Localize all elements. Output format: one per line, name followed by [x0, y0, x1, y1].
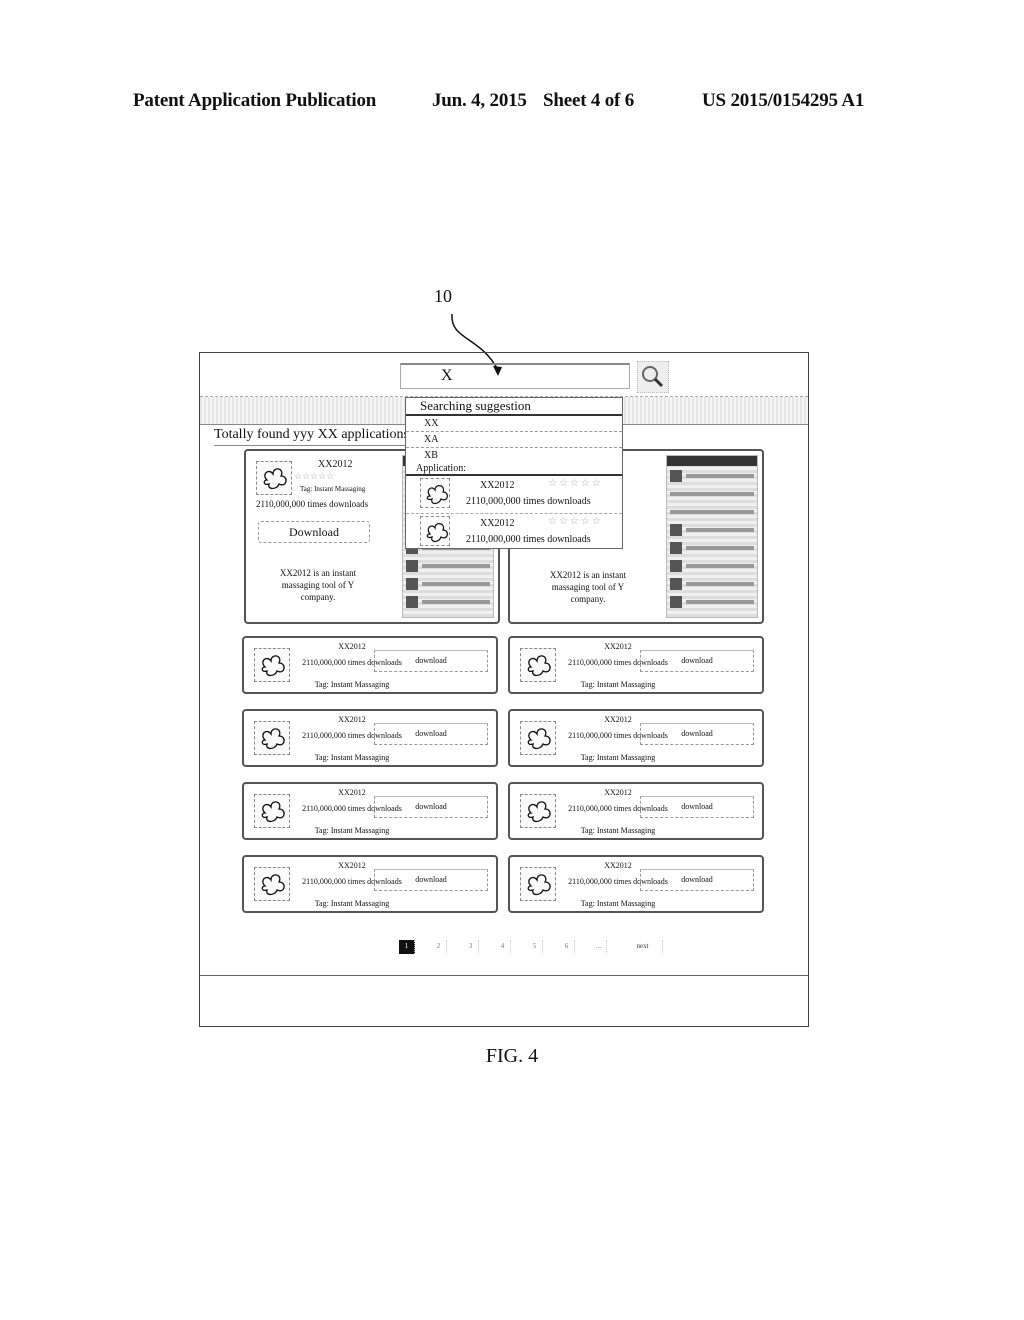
figure-caption: FIG. 4	[485, 1045, 539, 1067]
app-tag: Tag: Instant Massaging	[580, 899, 656, 908]
publication-date: Jun. 4, 2015	[432, 90, 527, 111]
suggestion-title: Searching suggestion	[406, 398, 622, 416]
suggested-app[interactable]: XX2012 ☆☆☆☆☆ 2110,000,000 times download…	[406, 514, 622, 552]
app-icon	[520, 648, 556, 682]
page-1[interactable]: 1	[399, 940, 415, 954]
suggestion-item[interactable]: XX	[406, 416, 622, 432]
app-icon	[520, 721, 556, 755]
app-name: XX2012	[480, 480, 515, 491]
app-tag: Tag: Instant Massaging	[314, 753, 390, 762]
rating-stars: ☆☆☆☆☆	[548, 516, 603, 527]
pagination: 1 2 3 4 5 6 ... next	[399, 940, 663, 954]
browser-window: X Totally found yyy XX applications XX20…	[199, 352, 809, 1027]
app-icon	[254, 867, 290, 901]
publication-label: Patent Application Publication	[133, 90, 377, 111]
results-summary: Totally found yyy XX applications	[214, 427, 414, 446]
download-button[interactable]: download	[640, 869, 754, 891]
app-tag: Tag: Instant Massaging	[314, 680, 390, 689]
search-bar-area: X	[200, 353, 808, 397]
flower-icon	[527, 655, 551, 677]
application-label: Application:	[406, 463, 622, 476]
flower-icon	[426, 485, 448, 505]
app-card[interactable]: XX2012 2110,000,000 times downloads Tag: I…	[242, 855, 498, 913]
download-button[interactable]: Download	[258, 521, 370, 543]
download-button[interactable]: download	[374, 796, 488, 818]
app-card[interactable]: XX2012 2110,000,000 times downloads Tag: I…	[242, 709, 498, 767]
app-tag: Tag: Instant Massaging	[314, 826, 390, 835]
app-screenshot	[666, 455, 758, 618]
app-description: XX2012 is an instant massaging tool of Y…	[279, 568, 357, 602]
sheet-number: Sheet 4 of 6	[543, 90, 635, 111]
page-2[interactable]: 2	[431, 940, 447, 954]
app-card[interactable]: XX2012 2110,000,000 times downloads Tag: I…	[508, 855, 764, 913]
download-button[interactable]: download	[640, 796, 754, 818]
flower-icon	[261, 655, 285, 677]
app-card[interactable]: XX2012 2110,000,000 times downloads Tag: I…	[508, 709, 764, 767]
app-name: XX2012	[480, 518, 515, 529]
download-count: 2110,000,000 times downloads	[466, 496, 591, 507]
download-count: 2110,000,000 times downloads	[256, 499, 369, 509]
app-description: XX2012 is an instant massaging tool of Y…	[549, 570, 627, 604]
app-card[interactable]: XX2012 2110,000,000 times downloads Tag: I…	[508, 636, 764, 694]
rating-stars: ☆☆☆☆☆	[548, 478, 603, 489]
app-card[interactable]: XX2012 2110,000,000 times downloads Tag: I…	[242, 636, 498, 694]
flower-icon	[263, 468, 287, 490]
app-icon	[254, 648, 290, 682]
page-ellipsis: ...	[591, 940, 607, 954]
rating-stars: ☆☆☆☆☆	[294, 471, 335, 481]
app-tag: Tag: Instant Massaging	[580, 753, 656, 762]
download-button[interactable]: download	[640, 650, 754, 672]
reference-numeral: 10	[434, 286, 452, 306]
search-suggestion-dropdown: Searching suggestion XX XA XB Applicatio…	[405, 397, 623, 549]
patent-number: US 2015/0154295 A1	[702, 90, 865, 111]
search-input[interactable]: X	[400, 363, 630, 389]
download-button[interactable]: download	[374, 650, 488, 672]
next-page-button[interactable]: next	[623, 940, 663, 954]
app-icon	[420, 478, 450, 508]
flower-icon	[261, 728, 285, 750]
flower-icon	[527, 874, 551, 896]
app-card[interactable]: XX2012 2110,000,000 times downloads Tag: I…	[242, 782, 498, 840]
flower-icon	[527, 728, 551, 750]
app-tag: Tag: Instant Massaging	[580, 826, 656, 835]
download-count: 2110,000,000 times downloads	[466, 534, 591, 545]
app-tag: Tag: Instant Massaging	[300, 485, 366, 493]
app-icon	[520, 867, 556, 901]
page-4[interactable]: 4	[495, 940, 511, 954]
app-icon	[420, 516, 450, 546]
flower-icon	[426, 523, 448, 543]
download-button[interactable]: download	[374, 869, 488, 891]
app-icon	[256, 461, 292, 495]
download-button[interactable]: download	[640, 723, 754, 745]
app-icon	[520, 794, 556, 828]
suggestion-item[interactable]: XA	[406, 432, 622, 448]
search-button[interactable]	[637, 361, 669, 393]
app-icon	[254, 794, 290, 828]
app-tag: Tag: Instant Massaging	[580, 680, 656, 689]
app-icon	[254, 721, 290, 755]
app-name: XX2012	[318, 459, 353, 470]
app-card[interactable]: XX2012 2110,000,000 times downloads Tag: I…	[508, 782, 764, 840]
magnifier-icon	[642, 366, 664, 388]
flower-icon	[261, 874, 285, 896]
suggested-app[interactable]: XX2012 ☆☆☆☆☆ 2110,000,000 times download…	[406, 476, 622, 514]
download-button[interactable]: download	[374, 723, 488, 745]
suggestion-item[interactable]: XB	[406, 448, 622, 463]
page-6[interactable]: 6	[559, 940, 575, 954]
footer-divider	[200, 975, 808, 976]
page-5[interactable]: 5	[527, 940, 543, 954]
app-tag: Tag: Instant Massaging	[314, 899, 390, 908]
flower-icon	[527, 801, 551, 823]
flower-icon	[261, 801, 285, 823]
page-3[interactable]: 3	[463, 940, 479, 954]
